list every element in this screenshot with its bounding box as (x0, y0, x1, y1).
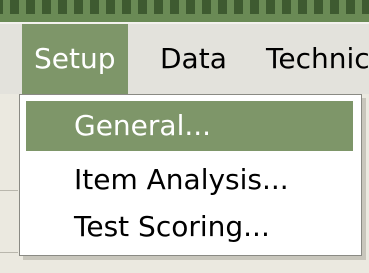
menu-item-item-analysis[interactable]: Item Analysis... (26, 155, 353, 205)
title-text-fragment (0, 0, 369, 14)
menu-data[interactable]: Data (148, 24, 239, 94)
title-bar (0, 0, 369, 22)
toolbar-divider (0, 252, 18, 253)
menu-item-test-scoring[interactable]: Test Scoring... (26, 202, 353, 252)
setup-dropdown-menu: General... Item Analysis... Test Scoring… (19, 94, 362, 256)
menu-setup[interactable]: Setup (22, 24, 128, 94)
menu-item-general[interactable]: General... (26, 101, 353, 151)
menu-technical[interactable]: Technic (254, 24, 369, 94)
menu-bar: Setup Data Technic (0, 24, 369, 94)
toolbar-divider (0, 190, 18, 191)
